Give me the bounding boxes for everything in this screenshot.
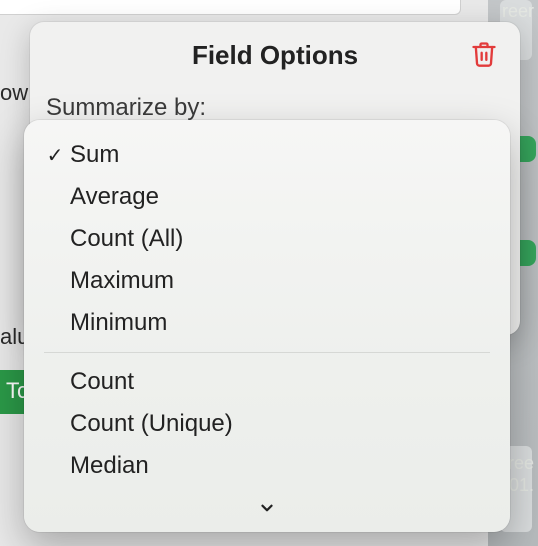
popover-title: Field Options	[30, 40, 520, 71]
background-right-text: 01.	[509, 474, 534, 496]
summarize-dropdown-menu: ✓ Sum Average Count (All) Maximum Minimu…	[24, 120, 510, 532]
check-icon: ✓	[40, 143, 70, 168]
chevron-down-icon	[254, 499, 280, 517]
menu-list: ✓ Sum Average Count (All) Maximum Minimu…	[24, 120, 510, 487]
menu-item-count[interactable]: Count	[24, 361, 510, 403]
menu-item-label: Average	[70, 183, 510, 211]
menu-item-minimum[interactable]: Minimum	[24, 302, 510, 344]
menu-item-label: Count (All)	[70, 225, 510, 253]
menu-item-count-unique[interactable]: Count (Unique)	[24, 403, 510, 445]
menu-item-label: Minimum	[70, 309, 510, 337]
menu-item-count-all[interactable]: Count (All)	[24, 218, 510, 260]
menu-item-label: Median	[70, 452, 510, 480]
background-right-text: reer	[502, 0, 534, 22]
background-input	[0, 0, 461, 15]
background-label: ow	[0, 80, 28, 106]
menu-item-label: Maximum	[70, 267, 510, 295]
summarize-by-label: Summarize by:	[46, 94, 206, 122]
menu-item-label: Count	[70, 368, 510, 396]
menu-item-maximum[interactable]: Maximum	[24, 260, 510, 302]
menu-separator	[44, 352, 490, 353]
delete-button[interactable]	[470, 40, 502, 72]
background-right-text: ree	[508, 452, 534, 474]
menu-item-label: Sum	[70, 141, 510, 169]
menu-item-sum[interactable]: ✓ Sum	[24, 134, 510, 176]
scroll-down-button[interactable]	[24, 499, 510, 522]
menu-item-average[interactable]: Average	[24, 176, 510, 218]
trash-icon	[470, 40, 498, 68]
menu-item-label: Count (Unique)	[70, 410, 510, 438]
menu-item-median[interactable]: Median	[24, 445, 510, 487]
